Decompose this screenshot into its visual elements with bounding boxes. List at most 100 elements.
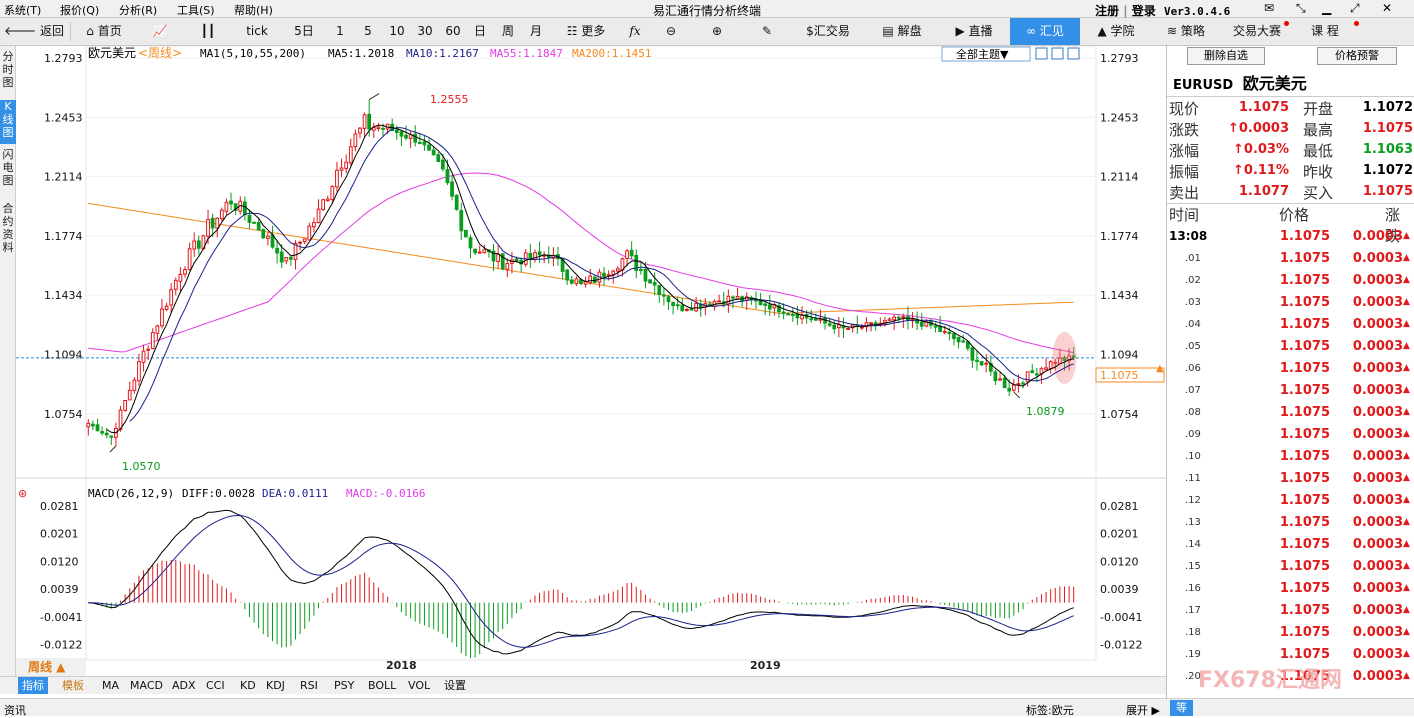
chart-option-icon[interactable] xyxy=(1035,47,1048,60)
price-alert-button[interactable]: 价格预警 xyxy=(1317,47,1397,65)
academy-button[interactable]: ▲ 学院 xyxy=(1088,18,1144,45)
mail-icon[interactable]: ✉ xyxy=(1264,1,1274,15)
live-label: 直播 xyxy=(968,24,993,38)
candle-body xyxy=(141,350,146,363)
login-link[interactable]: 登录 xyxy=(1132,4,1156,18)
candle-body xyxy=(717,300,722,303)
candle-body xyxy=(565,269,570,281)
period-selector-label: 周线 ▲ xyxy=(28,659,66,674)
candle-body xyxy=(1021,382,1025,385)
candle-body xyxy=(413,133,418,143)
tick-time: .19 xyxy=(1185,649,1201,660)
back-button[interactable]: 🡐 返回 xyxy=(4,18,64,45)
collapse-icon[interactable]: ⤡ xyxy=(1296,1,1306,16)
analysis-button[interactable]: ▤ 解盘 xyxy=(874,18,930,45)
indicator-adx[interactable]: ADX xyxy=(172,677,196,694)
fx-trade-button[interactable]: $汇交易 xyxy=(798,18,858,45)
indicator-cci[interactable]: CCI xyxy=(206,677,225,694)
strategy-button[interactable]: ≋ 策略 xyxy=(1158,18,1214,45)
macd-tick-left: 0.0201 xyxy=(40,528,79,541)
indicator-vol[interactable]: VOL xyxy=(408,677,430,694)
formula-icon[interactable]: fx xyxy=(624,18,646,45)
tab-templates[interactable]: 模板 xyxy=(62,677,84,694)
indicator-ma[interactable]: MA xyxy=(102,677,119,694)
arrow-up-icon: ▲ xyxy=(1403,649,1410,659)
settings-button[interactable]: 设置 xyxy=(444,677,466,694)
contest-button[interactable]: 交易大赛 xyxy=(1228,18,1286,45)
more-label: 更多 xyxy=(581,24,606,38)
symbol-name: 欧元美元 xyxy=(88,46,136,60)
tick-button[interactable]: tick xyxy=(240,18,274,45)
period-30m[interactable]: 30 xyxy=(414,18,436,45)
candle-body xyxy=(219,209,224,220)
line-chart-button[interactable]: 📈 xyxy=(148,18,172,45)
period-week[interactable]: 周 xyxy=(500,18,516,45)
macd-tick-left: -0.0041 xyxy=(40,611,82,624)
tab-flash[interactable]: 闪电图 xyxy=(0,148,16,194)
register-link[interactable]: 注册 xyxy=(1095,4,1119,18)
indicator-boll[interactable]: BOLL xyxy=(368,677,396,694)
quote-label: 昨收 xyxy=(1303,163,1334,181)
tab-contract-info[interactable]: 合约资料 xyxy=(0,202,16,262)
candle-body xyxy=(252,221,256,224)
period-10m[interactable]: 10 xyxy=(386,18,408,45)
chart-option-icon[interactable] xyxy=(1067,47,1080,60)
menu-bar: 系统(T) 报价(Q) 分析(R) 工具(S) 帮助(H) 易汇通行情分析终端 … xyxy=(0,0,1414,18)
tick-row: .18 1.1075 0.0003 ▲ xyxy=(1167,622,1414,644)
period-60m[interactable]: 60 xyxy=(442,18,464,45)
course-button[interactable]: 课 程 xyxy=(1304,18,1346,45)
candle-chart-button[interactable]: ┃┃ xyxy=(196,18,220,45)
status-tab[interactable]: 等 xyxy=(1170,700,1193,716)
zoom-in-icon[interactable]: ⊕ xyxy=(706,18,728,45)
account-area: 注册 | 登录 Ver3.0.4.6 xyxy=(1095,2,1230,19)
candle-body xyxy=(298,241,302,244)
tick-time: .08 xyxy=(1185,407,1201,418)
delete-watchlist-button[interactable]: 删除自选 xyxy=(1187,47,1265,65)
tab-kline[interactable]: K线图 xyxy=(0,100,16,144)
year-label-2019: 2019 xyxy=(750,659,781,672)
tab-timeshare[interactable]: 分时图 xyxy=(0,50,16,98)
period-5m[interactable]: 5 xyxy=(360,18,376,45)
candle-body xyxy=(229,200,233,205)
indicator-kdj[interactable]: KDJ xyxy=(266,677,285,694)
menu-help[interactable]: 帮助(H) xyxy=(234,2,273,18)
draw-pen-icon[interactable]: ✎ xyxy=(756,18,778,45)
candle-body xyxy=(1016,383,1021,386)
period-1m[interactable]: 1 xyxy=(332,18,348,45)
ma10-value: MA10:1.2167 xyxy=(406,47,479,60)
indicator-kd[interactable]: KD xyxy=(240,677,256,694)
indicator-psy[interactable]: PSY xyxy=(334,677,354,694)
indicator-rsi[interactable]: RSI xyxy=(300,677,318,694)
period-5d[interactable]: 5日 xyxy=(290,18,318,45)
zoom-out-icon[interactable]: ⊖ xyxy=(660,18,682,45)
candle-body xyxy=(284,257,289,262)
home-button[interactable]: ⌂ 首页 xyxy=(78,18,130,45)
menu-tools[interactable]: 工具(S) xyxy=(177,2,215,18)
live-button[interactable]: ▶ 直播 xyxy=(946,18,1002,45)
ma200-line xyxy=(88,202,1074,314)
chart-option-icon[interactable] xyxy=(1051,47,1064,60)
tab-indicators[interactable]: 指标 xyxy=(18,677,48,694)
more-button[interactable]: ☷ 更多 xyxy=(562,18,610,45)
candle-body xyxy=(86,422,91,428)
candle-body xyxy=(242,201,247,216)
indicator-settings-icon[interactable]: ⊛ xyxy=(18,487,27,500)
tick-change: 0.0003 xyxy=(1352,229,1403,244)
back-label: 返回 xyxy=(40,24,65,38)
maximize-icon[interactable]: ⤢ xyxy=(1350,1,1360,16)
arrow-up-icon: ▲ xyxy=(1403,495,1410,505)
period-day[interactable]: 日 xyxy=(472,18,488,45)
menu-analysis[interactable]: 分析(R) xyxy=(119,2,157,18)
tick-row: 13:08 1.1075 0.0003 ▲ xyxy=(1167,226,1414,248)
ma10-line xyxy=(129,127,1074,422)
kline-chart[interactable]: 0.0281 0.0281 0.0201 0.0201 0.0120 0.0120 0.00… xyxy=(16,46,1166,676)
high-price-label: 1.2555 xyxy=(430,93,469,106)
candle-body xyxy=(615,268,620,272)
menu-quote[interactable]: 报价(Q) xyxy=(60,2,99,18)
minimize-icon[interactable]: ▁ xyxy=(1322,1,1331,15)
close-icon[interactable]: ✕ xyxy=(1382,1,1392,15)
indicator-macd[interactable]: MACD xyxy=(130,677,163,694)
period-month[interactable]: 月 xyxy=(528,18,544,45)
huijian-button[interactable]: ∞ 汇见 xyxy=(1010,18,1080,45)
menu-system[interactable]: 系统(T) xyxy=(4,2,41,18)
